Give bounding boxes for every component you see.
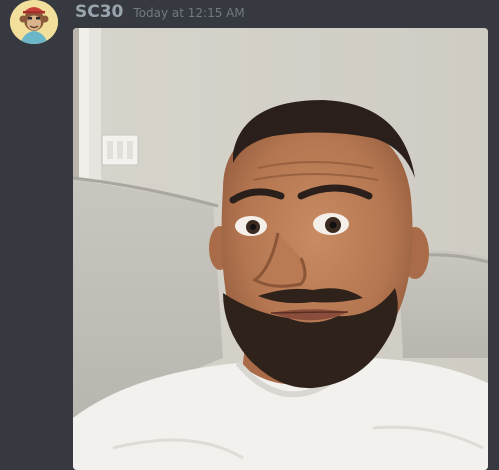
timestamp: Today at 12:15 AM — [133, 6, 245, 20]
bored-ape-avatar-icon[interactable] — [10, 0, 58, 44]
photo-illustration — [73, 28, 488, 470]
username[interactable]: SC30 — [75, 2, 123, 22]
avatar-illustration — [10, 0, 58, 44]
chat-message-view: SC30 Today at 12:15 AM — [0, 0, 499, 470]
message-header: SC30 Today at 12:15 AM — [75, 2, 245, 22]
selfie-photo-icon[interactable] — [73, 28, 488, 470]
